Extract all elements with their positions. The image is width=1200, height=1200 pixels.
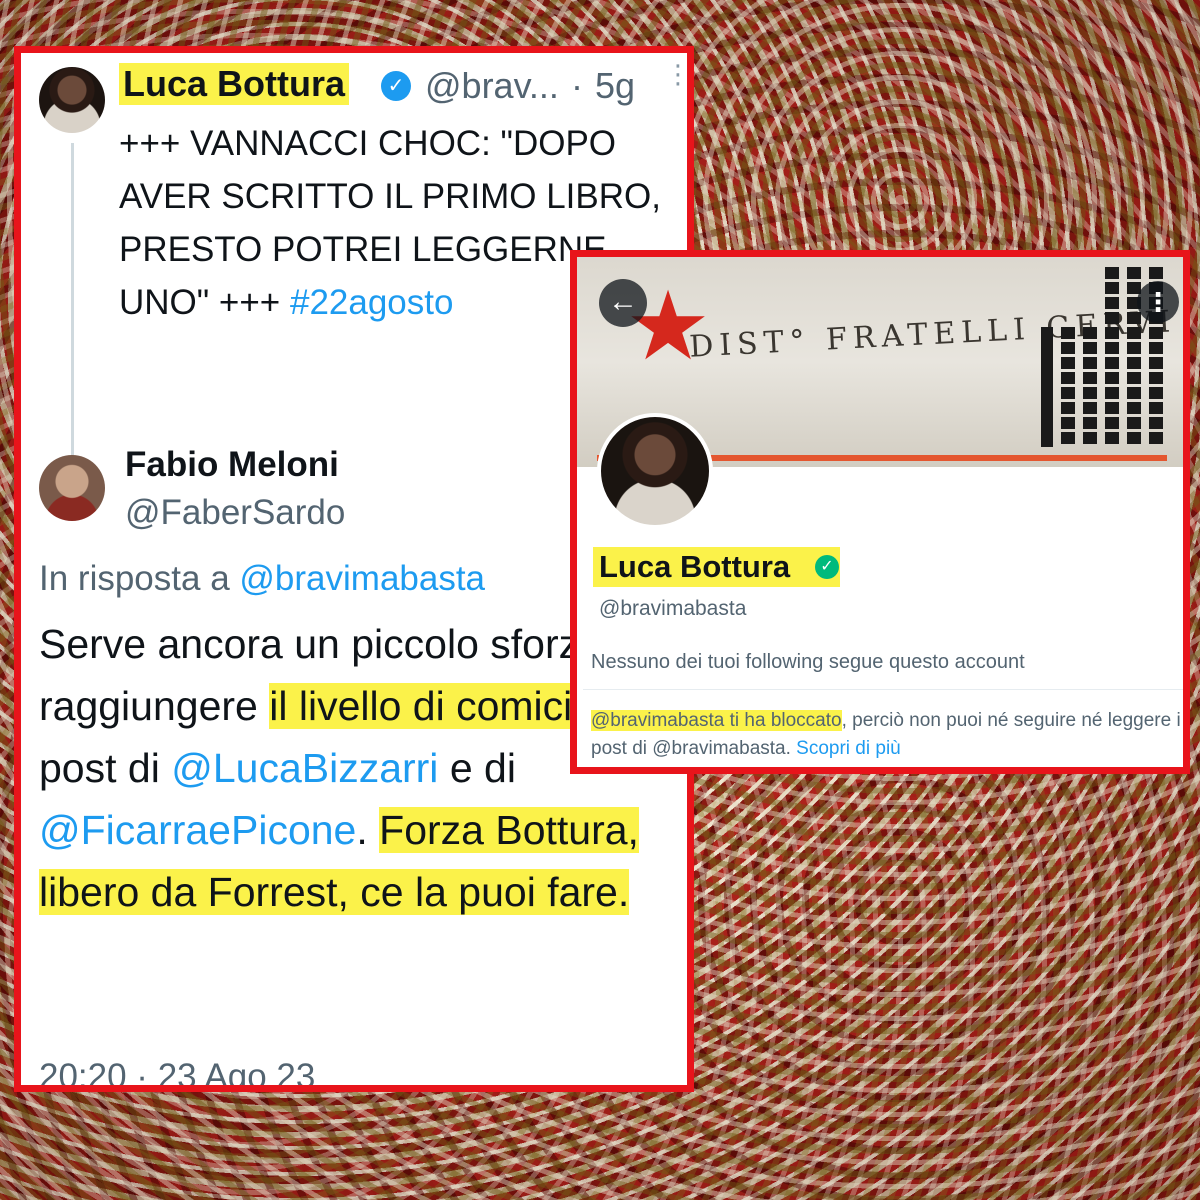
banner-grid-square	[1149, 267, 1163, 279]
reply-author-handle[interactable]: @FaberSardo	[125, 493, 345, 533]
thread-connector	[71, 143, 74, 473]
reply-text-highlight: il livello di comicità	[269, 683, 607, 729]
banner-grid-square	[1105, 327, 1119, 339]
mention-link[interactable]: @FicarraePicone	[39, 807, 356, 853]
banner-grid-square	[1061, 402, 1075, 414]
banner-grid-square	[1105, 312, 1119, 324]
divider	[583, 689, 1183, 690]
banner-grid-square	[1127, 402, 1141, 414]
blocked-highlight: @bravimabasta ti ha bloccato	[591, 710, 842, 731]
reply-mention-link[interactable]: @bravimabasta	[239, 559, 485, 598]
banner-grid-square	[1061, 387, 1075, 399]
banner-grid-square	[1083, 357, 1097, 369]
tweet-timestamp[interactable]: 5g	[595, 65, 635, 107]
banner-grid-square	[1061, 417, 1075, 429]
banner-grid-square	[1127, 327, 1141, 339]
author-handle[interactable]: @brav...	[425, 65, 559, 107]
learn-more-link[interactable]: Scopri di più	[796, 738, 901, 759]
banner-grid-square	[1105, 387, 1119, 399]
banner-grid-square	[1127, 267, 1141, 279]
reply-author-name[interactable]: Fabio Meloni	[125, 445, 339, 485]
reply-context: In risposta a @bravimabasta	[39, 559, 485, 599]
banner-grid-square	[1061, 372, 1075, 384]
banner-grid-square	[1061, 327, 1075, 339]
verified-badge-icon: ✓	[381, 71, 411, 101]
banner-grid-square	[1083, 327, 1097, 339]
reply-text-part: .	[356, 807, 368, 853]
banner-grid-square	[1149, 402, 1163, 414]
avatar[interactable]	[39, 67, 105, 133]
banner-grid-square	[1105, 342, 1119, 354]
banner-grid-square	[1127, 417, 1141, 429]
profile-handle: @bravimabasta	[599, 597, 747, 620]
following-note: Nessuno dei tuoi following segue questo …	[591, 651, 1025, 673]
banner-grid-square	[1149, 327, 1163, 339]
banner-grid-square	[1149, 417, 1163, 429]
banner-grid-square	[1083, 402, 1097, 414]
profile-panel: ★ DIST° FRATELLI CERVI ← ⋮ Luca Bottura …	[570, 250, 1190, 774]
reply-text-part: e di	[449, 745, 516, 791]
banner-grid-square	[1105, 402, 1119, 414]
banner-grid-square	[1127, 312, 1141, 324]
banner-grid-square	[1149, 387, 1163, 399]
banner-grid-square	[1127, 432, 1141, 444]
banner-grid-square	[1149, 372, 1163, 384]
banner-grid-square	[1105, 372, 1119, 384]
banner-grid-square	[1105, 267, 1119, 279]
mention-link[interactable]: @LucaBizzarri	[171, 745, 438, 791]
more-options-icon[interactable]: ⋮	[1137, 281, 1179, 323]
banner-grid-square	[1127, 387, 1141, 399]
separator-dot: ·	[571, 65, 583, 106]
profile-avatar[interactable]	[597, 413, 713, 529]
banner-grid-square	[1149, 342, 1163, 354]
reply-prefix: In risposta a	[39, 559, 230, 598]
banner-grid-square	[1105, 297, 1119, 309]
banner-grid-square	[1083, 342, 1097, 354]
banner-grid-square	[1105, 432, 1119, 444]
banner-grid-square	[1083, 417, 1097, 429]
banner-grid-square	[1149, 357, 1163, 369]
banner-grid-square	[1083, 432, 1097, 444]
more-options-icon[interactable]: ⋮	[665, 61, 687, 87]
banner-grid-bar	[1041, 327, 1053, 447]
profile-name: Luca Bottura	[593, 547, 841, 587]
banner-grid-square	[1127, 357, 1141, 369]
banner-grid-square	[1127, 372, 1141, 384]
banner-grid-square	[1105, 417, 1119, 429]
reply-avatar[interactable]	[39, 455, 105, 521]
banner-grid-square	[1127, 342, 1141, 354]
banner-grid-square	[1061, 342, 1075, 354]
hashtag-link[interactable]: #22agosto	[290, 283, 453, 322]
banner-grid-square	[1061, 357, 1075, 369]
blocked-message: @bravimabasta ti ha bloccato, perciò non…	[591, 707, 1181, 763]
banner-grid-square	[1083, 387, 1097, 399]
banner-grid-square	[1083, 372, 1097, 384]
banner-grid-square	[1105, 282, 1119, 294]
author-name[interactable]: Luca Bottura	[119, 63, 350, 105]
banner-grid-square	[1105, 357, 1119, 369]
banner-grid-square	[1061, 432, 1075, 444]
verified-badge-icon: ✓	[815, 555, 839, 579]
banner-grid-square	[1149, 432, 1163, 444]
reply-timestamp[interactable]: 20:20 · 23 Ago 23	[39, 1057, 315, 1085]
back-arrow-icon[interactable]: ←	[599, 279, 647, 327]
